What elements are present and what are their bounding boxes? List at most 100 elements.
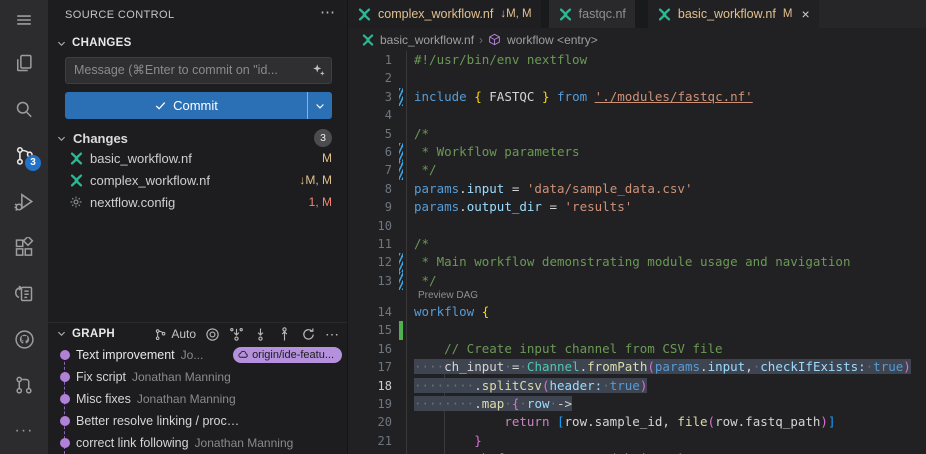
tab-basic_workflow.nf[interactable]: basic_workflow.nfM×	[648, 0, 819, 28]
line-number: 11	[348, 235, 392, 253]
code-line-3: 3include { FASTQC } from './modules/fast…	[348, 88, 926, 106]
commit-row[interactable]: Text improvementJo...origin/ide-featu...	[48, 344, 347, 366]
run-debug-icon[interactable]	[0, 178, 48, 224]
commit-dot-icon	[60, 350, 70, 360]
close-icon[interactable]: ×	[801, 7, 809, 21]
code-line-11: 11/*	[348, 235, 926, 253]
changes-section-header[interactable]: CHANGES	[48, 32, 347, 54]
editor-group: complex_workflow.nf↓M, Mfastqc.nfbasic_w…	[348, 0, 926, 454]
branch-badge[interactable]: origin/ide-featu...	[233, 347, 342, 363]
commit-dropdown-button[interactable]	[307, 92, 332, 119]
chevron-down-icon	[56, 133, 67, 144]
line-number: 16	[348, 340, 392, 358]
tab-fastqc.nf[interactable]: fastqc.nf	[549, 0, 635, 28]
commit-button[interactable]: Commit	[65, 92, 332, 119]
github-icon[interactable]	[0, 316, 48, 362]
file-name: basic_workflow.nf	[90, 151, 192, 166]
commit-dot-icon	[60, 438, 70, 448]
code-line-7: 7 */	[348, 161, 926, 179]
search-icon[interactable]	[0, 86, 48, 132]
changes-group-header[interactable]: Changes 3	[48, 127, 347, 149]
line-number: 22	[348, 450, 392, 454]
graph-more-icon[interactable]: ⋯	[325, 326, 339, 343]
line-number: 15	[348, 321, 392, 339]
commit-author: Jonathan Manning	[195, 436, 294, 450]
commit-row[interactable]: Fix scriptJonathan Manning	[48, 366, 347, 388]
code-line-10: 10	[348, 217, 926, 235]
symbol-namespace-icon	[488, 33, 502, 47]
commit-row[interactable]: Misc fixesJonathan Manning	[48, 388, 347, 410]
tab-complex_workflow.nf[interactable]: complex_workflow.nf↓M, M	[348, 0, 541, 28]
check-icon	[154, 99, 167, 112]
file-row-complex_workflow.nf[interactable]: complex_workflow.nf↓M, M	[48, 169, 347, 191]
line-number: 7	[348, 161, 392, 179]
activity-bar: 3 ···	[0, 0, 48, 454]
source-control-icon[interactable]: 3	[0, 132, 48, 178]
push-icon[interactable]	[277, 327, 292, 342]
code-editor[interactable]: 1#!/usr/bin/env nextflow23include { FAST…	[348, 51, 926, 454]
line-number: 18	[348, 377, 392, 395]
breadcrumb-symbol[interactable]: workflow <entry>	[507, 33, 598, 47]
commit-dot-icon	[60, 372, 70, 382]
line-number: 14	[348, 303, 392, 321]
file-decoration: 1, M	[309, 195, 332, 209]
refresh-icon[interactable]	[301, 327, 316, 342]
code-line-15: 15	[348, 321, 926, 339]
code-line-21: 21 }	[348, 432, 926, 450]
commit-message-input[interactable]: Message (⌘Enter to commit on "id...	[65, 57, 332, 84]
line-number: 2	[348, 69, 392, 87]
commit-author: Jonathan Manning	[132, 370, 231, 384]
commit-author: Jo...	[181, 348, 204, 362]
line-number: 8	[348, 180, 392, 198]
nextflow-file-icon	[357, 7, 372, 22]
commit-graph-list: Text improvementJo...origin/ide-featu...…	[48, 344, 347, 454]
changes-section-label: CHANGES	[72, 37, 132, 49]
breadcrumb[interactable]: basic_workflow.nf › workflow <entry>	[348, 28, 926, 51]
code-line-13: 13 */	[348, 272, 926, 290]
code-line-18: 18········.splitCsv(header:·true)	[348, 377, 926, 395]
changed-files-list: basic_workflow.nfMcomplex_workflow.nf↓M,…	[48, 147, 347, 213]
pull-request-icon[interactable]	[0, 362, 48, 408]
code-line-20: 20 return [row.sample_id, file(row.fastq…	[348, 413, 926, 431]
pull-icon[interactable]	[253, 327, 268, 342]
graph-auto-label: Auto	[171, 327, 196, 341]
fetch-icon[interactable]	[229, 327, 244, 342]
sidebar-more-icon[interactable]: ⋯	[320, 3, 335, 21]
git-added-marker	[399, 321, 403, 339]
code-line-19: 19········.map·{·row·->	[348, 395, 926, 413]
source-control-badge: 3	[25, 155, 41, 171]
graph-section-header[interactable]: GRAPH Auto ⋯	[48, 322, 347, 344]
graph-toolbar: Auto ⋯	[154, 323, 339, 345]
goto-current-commit-icon[interactable]	[205, 327, 220, 342]
tab-bar: complex_workflow.nf↓M, M fastqc.nf basic_w…	[348, 0, 926, 28]
commit-dot-icon	[60, 394, 70, 404]
extensions-icon[interactable]	[0, 224, 48, 270]
file-row-nextflow.config[interactable]: nextflow.config1, M	[48, 191, 347, 213]
tab-label: basic_workflow.nf	[678, 7, 776, 21]
commit-message: Better resolve linking / process inspect…	[76, 414, 241, 428]
chevron-down-icon	[56, 328, 67, 339]
menu-icon[interactable]	[0, 0, 48, 40]
line-number: 21	[348, 432, 392, 450]
changes-group-label: Changes	[73, 131, 128, 146]
nextflow-file-icon	[657, 7, 672, 22]
file-row-basic_workflow.nf[interactable]: basic_workflow.nfM	[48, 147, 347, 169]
tab-decoration: ↓M, M	[500, 8, 531, 20]
breadcrumb-file[interactable]: basic_workflow.nf	[380, 33, 474, 47]
line-number: 13	[348, 272, 392, 290]
commit-row[interactable]: Better resolve linking / process inspect…	[48, 410, 347, 432]
line-number: 6	[348, 143, 392, 161]
sidebar-header: SOURCE CONTROL ⋯	[48, 0, 347, 30]
code-line-5: 5/*	[348, 125, 926, 143]
commit-row[interactable]: correct link followingJonathan Manning	[48, 432, 347, 454]
line-number: 5	[348, 125, 392, 143]
activity-more-icon[interactable]: ···	[0, 408, 48, 454]
line-number: 9	[348, 198, 392, 216]
codelens-preview-dag[interactable]: Preview DAG	[348, 290, 926, 303]
graph-repo-picker[interactable]: Auto	[154, 327, 196, 341]
sparkle-icon[interactable]	[312, 63, 326, 77]
code-line-16: 16 // Create input channel from CSV file	[348, 340, 926, 358]
code-line-2: 2	[348, 69, 926, 87]
references-icon[interactable]	[0, 270, 48, 316]
explorer-icon[interactable]	[0, 40, 48, 86]
